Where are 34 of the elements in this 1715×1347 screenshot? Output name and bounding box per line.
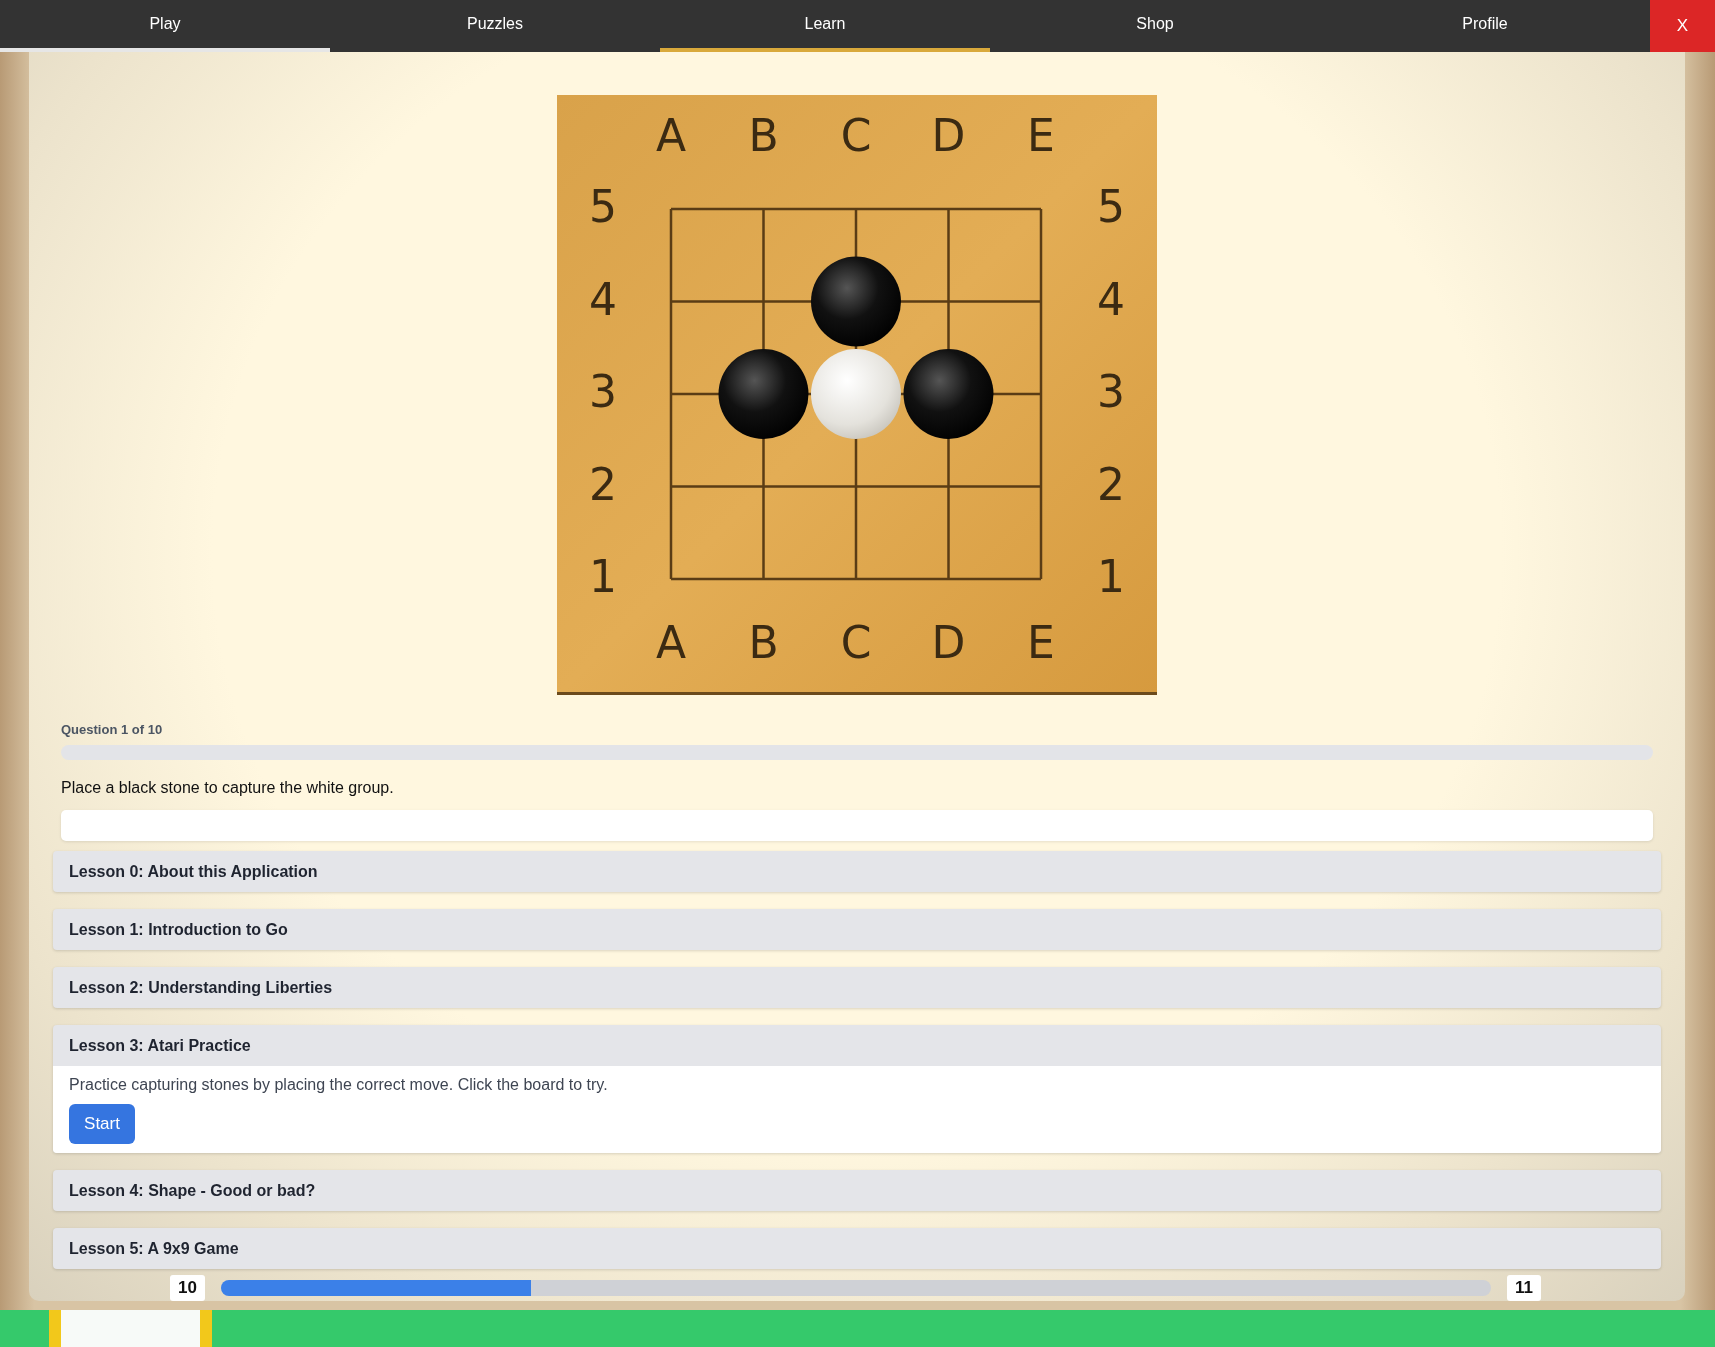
- start-button[interactable]: Start: [69, 1104, 135, 1144]
- current-level-badge: 10: [170, 1275, 205, 1301]
- column-label: E: [1027, 617, 1055, 668]
- close-button[interactable]: X: [1650, 0, 1715, 52]
- column-label: C: [840, 110, 872, 161]
- row-label: 5: [1097, 181, 1125, 232]
- go-board[interactable]: A B C D E A B C D E 5 4 3 2 1 5 4 3 2 1: [557, 95, 1157, 695]
- lesson-title[interactable]: Lesson 5: A 9x9 Game: [53, 1228, 1661, 1269]
- column-label: D: [931, 110, 966, 161]
- row-label: 3: [589, 366, 617, 417]
- lesson-title[interactable]: Lesson 0: About this Application: [53, 851, 1661, 892]
- next-level-badge: 11: [1507, 1275, 1541, 1301]
- column-label: B: [748, 617, 779, 668]
- row-label: 2: [1097, 458, 1125, 510]
- column-label: D: [931, 617, 966, 668]
- column-label: A: [655, 617, 687, 668]
- lesson-title[interactable]: Lesson 3: Atari Practice: [53, 1025, 1661, 1066]
- column-label: C: [840, 617, 872, 668]
- column-label: B: [748, 110, 779, 161]
- row-label: 1: [589, 551, 617, 602]
- lesson-title[interactable]: Lesson 2: Understanding Liberties: [53, 967, 1661, 1008]
- row-label: 1: [1097, 551, 1125, 602]
- question-counter: Question 1 of 10: [61, 722, 164, 737]
- lesson-title[interactable]: Lesson 1: Introduction to Go: [53, 909, 1661, 950]
- lesson-title[interactable]: Lesson 4: Shape - Good or bad?: [53, 1170, 1661, 1211]
- row-label: 2: [589, 458, 617, 510]
- row-label: 4: [589, 273, 617, 325]
- column-label: E: [1027, 110, 1055, 161]
- column-label: A: [655, 110, 687, 161]
- row-label: 3: [1097, 366, 1125, 417]
- lesson-description: Practice capturing stones by placing the correct move. Click the board to try.: [69, 1076, 609, 1094]
- question-prompt: Place a black stone to capture the white group.: [61, 779, 395, 797]
- row-label: 4: [1097, 273, 1125, 325]
- row-label: 5: [589, 181, 617, 232]
